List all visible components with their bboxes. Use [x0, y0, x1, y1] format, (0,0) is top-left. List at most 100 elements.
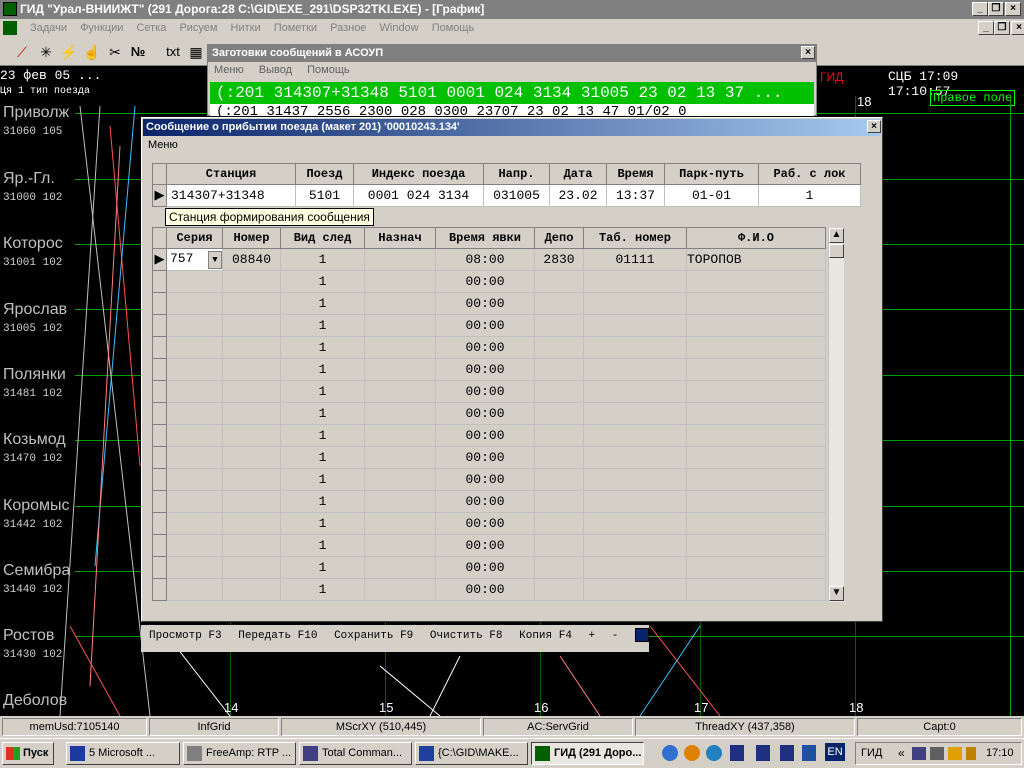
series-field[interactable] [166, 490, 223, 513]
menu-window[interactable]: Window [380, 22, 419, 34]
table-row[interactable]: 1 00:00 [152, 380, 826, 403]
purpose-field[interactable] [364, 270, 436, 293]
purpose-field[interactable] [364, 468, 436, 491]
purpose-field[interactable] [364, 358, 436, 381]
full-name-field[interactable]: ТОРОПОВ [686, 248, 826, 271]
full-name-field[interactable] [686, 534, 826, 557]
purpose-field[interactable] [364, 336, 436, 359]
draw-line-icon[interactable]: ⟋ [12, 42, 32, 62]
depot-field[interactable]: 2830 [534, 248, 584, 271]
series-field[interactable] [166, 402, 223, 425]
full-name-field[interactable] [686, 292, 826, 315]
task-freeamp[interactable]: FreeAmp: RTP ... [183, 742, 296, 765]
purpose-field[interactable] [364, 314, 436, 337]
purpose-field[interactable] [364, 534, 436, 557]
full-name-field[interactable] [686, 468, 826, 491]
number-field[interactable] [222, 336, 281, 359]
preview-button[interactable]: Просмотр F3 [149, 630, 222, 642]
col-header-purpose[interactable]: Назнач [364, 227, 436, 249]
direction-field[interactable]: 031005 [483, 184, 550, 207]
doc-icon[interactable] [730, 745, 744, 761]
depot-field[interactable] [534, 468, 584, 491]
templates-menu-help[interactable]: Помощь [307, 64, 350, 76]
purpose-field[interactable] [364, 402, 436, 425]
purpose-field[interactable] [364, 556, 436, 579]
series-field[interactable] [166, 270, 223, 293]
col-header-work-with-loco[interactable]: Раб. с лок [758, 163, 861, 185]
start-button[interactable]: Пуск [2, 742, 54, 765]
personnel-number-field[interactable] [583, 380, 687, 403]
table-row[interactable]: 1 00:00 [152, 270, 826, 293]
personnel-number-field[interactable] [583, 468, 687, 491]
train-index-field[interactable]: 0001 024 3134 [353, 184, 484, 207]
personnel-number-field[interactable] [583, 336, 687, 359]
full-name-field[interactable] [686, 270, 826, 293]
number-field[interactable] [222, 424, 281, 447]
follow-type-field[interactable]: 1 [280, 424, 365, 447]
number-field[interactable] [222, 578, 281, 601]
task-word[interactable]: 5 Microsoft ... [66, 742, 180, 765]
station-field[interactable]: 314307+31348 [166, 184, 296, 207]
purpose-field[interactable] [364, 512, 436, 535]
number-field[interactable] [222, 534, 281, 557]
series-field[interactable] [166, 380, 223, 403]
scroll-up-icon[interactable]: ▲ [829, 228, 844, 243]
full-name-field[interactable] [686, 402, 826, 425]
depot-field[interactable] [534, 446, 584, 469]
number-field[interactable] [222, 556, 281, 579]
menu-tasks[interactable]: Задачи [30, 22, 67, 34]
pointer-icon[interactable]: ☝ [82, 42, 102, 62]
table-row[interactable]: 1 00:00 [152, 358, 826, 381]
train-field[interactable]: 5101 [295, 184, 354, 207]
full-name-field[interactable] [686, 490, 826, 513]
remove-button[interactable]: - [612, 630, 619, 642]
report-time-field[interactable]: 00:00 [435, 358, 535, 381]
tray-expand-icon[interactable]: « [898, 746, 905, 760]
battery-icon[interactable] [966, 747, 976, 760]
number-field[interactable] [222, 380, 281, 403]
media-player-icon[interactable] [684, 745, 700, 761]
dialog-close-button[interactable]: × [867, 120, 881, 133]
purpose-field[interactable] [364, 380, 436, 403]
series-field[interactable] [166, 556, 223, 579]
col-header-personnel-number[interactable]: Таб. номер [583, 227, 687, 249]
follow-type-field[interactable]: 1 [280, 556, 365, 579]
table-row[interactable]: 1 00:00 [152, 468, 826, 491]
report-time-field[interactable]: 00:00 [435, 402, 535, 425]
personnel-number-field[interactable] [583, 578, 687, 601]
series-field[interactable] [166, 534, 223, 557]
sparkle-icon[interactable]: ✳ [36, 42, 56, 62]
device-icon[interactable] [930, 747, 944, 760]
series-field[interactable] [166, 446, 223, 469]
language-indicator[interactable]: EN [825, 743, 845, 761]
full-name-field[interactable] [686, 578, 826, 601]
col-header-number[interactable]: Номер [222, 227, 281, 249]
depot-field[interactable] [534, 402, 584, 425]
report-time-field[interactable]: 08:00 [435, 248, 535, 271]
follow-type-field[interactable]: 1 [280, 292, 365, 315]
follow-type-field[interactable]: 1 [280, 380, 365, 403]
col-header-series[interactable]: Серия [166, 227, 223, 249]
task-make[interactable]: {C:\GID\MAKE... [415, 742, 528, 765]
personnel-number-field[interactable] [583, 534, 687, 557]
number-field[interactable]: 08840 [222, 248, 281, 271]
menu-functions[interactable]: Функции [80, 22, 123, 34]
personnel-number-field[interactable] [583, 314, 687, 337]
full-name-field[interactable] [686, 556, 826, 579]
col-header-train-index[interactable]: Индекс поезда [353, 163, 484, 185]
menu-grid[interactable]: Сетка [136, 22, 166, 34]
depot-field[interactable] [534, 578, 584, 601]
series-field[interactable] [166, 314, 223, 337]
child-restore-button[interactable]: ❐ [994, 21, 1010, 35]
app-icon-4[interactable] [802, 745, 816, 761]
depot-field[interactable] [534, 490, 584, 513]
series-field[interactable] [166, 336, 223, 359]
personnel-number-field[interactable]: 01111 [583, 248, 687, 271]
full-name-field[interactable] [686, 336, 826, 359]
table-row[interactable]: 1 00:00 [152, 556, 826, 579]
depot-field[interactable] [534, 556, 584, 579]
personnel-number-field[interactable] [583, 424, 687, 447]
col-header-depot[interactable]: Депо [534, 227, 584, 249]
personnel-number-field[interactable] [583, 446, 687, 469]
follow-type-field[interactable]: 1 [280, 358, 365, 381]
